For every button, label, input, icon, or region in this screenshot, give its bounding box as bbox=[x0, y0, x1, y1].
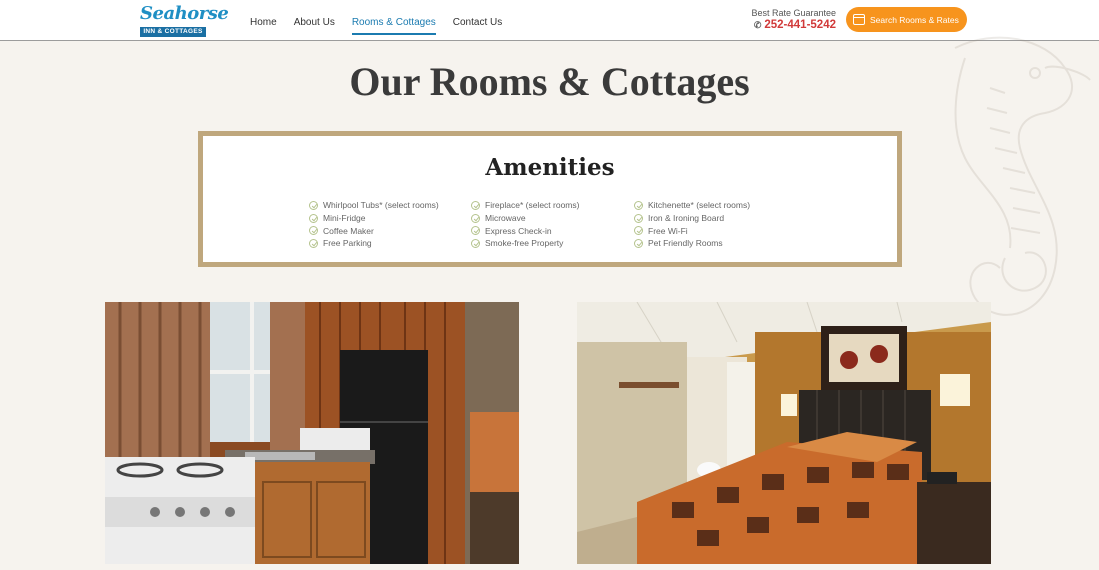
logo-script: Seahorse bbox=[140, 3, 229, 24]
amenities-column-3: Kitchenette* (select rooms) Iron & Ironi… bbox=[634, 199, 794, 250]
check-icon bbox=[471, 200, 480, 210]
amenity-item: Mini-Fridge bbox=[309, 212, 469, 225]
amenity-label: Coffee Maker bbox=[323, 225, 374, 236]
amenities-heading: Amenities bbox=[485, 154, 615, 181]
amenity-item: Microwave bbox=[471, 212, 631, 225]
amenity-label: Whirlpool Tubs* (select rooms) bbox=[323, 200, 439, 211]
amenity-label: Pet Friendly Rooms bbox=[648, 238, 723, 249]
phone-icon: ✆ bbox=[753, 20, 762, 30]
bedroom-photo-image bbox=[577, 302, 991, 564]
best-rate-guarantee: Best Rate Guarantee bbox=[751, 8, 836, 18]
kitchenette-photo-image bbox=[105, 302, 519, 564]
nav-home[interactable]: Home bbox=[250, 0, 277, 35]
kitchenette-photo[interactable] bbox=[105, 302, 519, 564]
amenity-label: Iron & Ironing Board bbox=[648, 213, 725, 224]
check-icon bbox=[309, 226, 318, 236]
seahorse-logo[interactable]: Seahorse INN & COTTAGES bbox=[140, 2, 229, 38]
phone-number: 252-441-5242 bbox=[764, 19, 836, 31]
amenity-item: Free Wi-Fi bbox=[634, 224, 794, 237]
amenity-item: Pet Friendly Rooms bbox=[634, 237, 794, 250]
search-rooms-rates-label: Search Rooms & Rates bbox=[870, 14, 959, 25]
amenities-box: Amenities Whirlpool Tubs* (select rooms)… bbox=[198, 131, 902, 267]
main-nav: Home About Us Rooms & Cottages Contact U… bbox=[250, 0, 519, 41]
nav-rooms-cottages[interactable]: Rooms & Cottages bbox=[351, 0, 436, 35]
amenities-column-2: Fireplace* (select rooms) Microwave Expr… bbox=[471, 199, 631, 250]
check-icon bbox=[634, 200, 643, 210]
check-icon bbox=[309, 238, 318, 248]
amenity-label: Kitchenette* (select rooms) bbox=[648, 200, 751, 211]
rate-guarantee-block: Best Rate Guarantee ✆ 252-441-5242 bbox=[700, 8, 836, 33]
bedroom-photo[interactable] bbox=[577, 302, 991, 564]
amenity-label: Free Wi-Fi bbox=[648, 225, 688, 236]
amenity-label: Fireplace* (select rooms) bbox=[485, 200, 580, 211]
amenity-item: Express Check-in bbox=[471, 224, 631, 237]
amenity-label: Express Check-in bbox=[485, 225, 552, 236]
phone-link[interactable]: ✆ 252-441-5242 bbox=[700, 18, 836, 33]
check-icon bbox=[471, 226, 480, 236]
amenity-item: Coffee Maker bbox=[309, 224, 469, 237]
amenity-item: Free Parking bbox=[309, 237, 469, 250]
nav-about-us[interactable]: About Us bbox=[294, 0, 335, 35]
nav-contact-us[interactable]: Contact Us bbox=[453, 0, 502, 35]
amenity-label: Smoke-free Property bbox=[485, 238, 564, 249]
amenity-item: Fireplace* (select rooms) bbox=[471, 199, 631, 212]
amenity-label: Microwave bbox=[485, 213, 526, 224]
amenity-item: Kitchenette* (select rooms) bbox=[634, 199, 794, 212]
amenity-label: Mini-Fridge bbox=[323, 213, 366, 224]
logo-band: INN & COTTAGES bbox=[140, 27, 206, 37]
amenity-item: Iron & Ironing Board bbox=[634, 212, 794, 225]
check-icon bbox=[634, 213, 643, 223]
check-icon bbox=[634, 238, 643, 248]
amenity-item: Whirlpool Tubs* (select rooms) bbox=[309, 199, 469, 212]
check-icon bbox=[634, 226, 643, 236]
check-icon bbox=[309, 213, 318, 223]
check-icon bbox=[309, 200, 318, 210]
calendar-icon bbox=[853, 14, 865, 25]
amenities-column-1: Whirlpool Tubs* (select rooms) Mini-Frid… bbox=[309, 199, 469, 250]
check-icon bbox=[471, 238, 480, 248]
amenity-label: Free Parking bbox=[323, 238, 372, 249]
amenity-item: Smoke-free Property bbox=[471, 237, 631, 250]
check-icon bbox=[471, 213, 480, 223]
page-title: Our Rooms & Cottages bbox=[349, 59, 750, 104]
